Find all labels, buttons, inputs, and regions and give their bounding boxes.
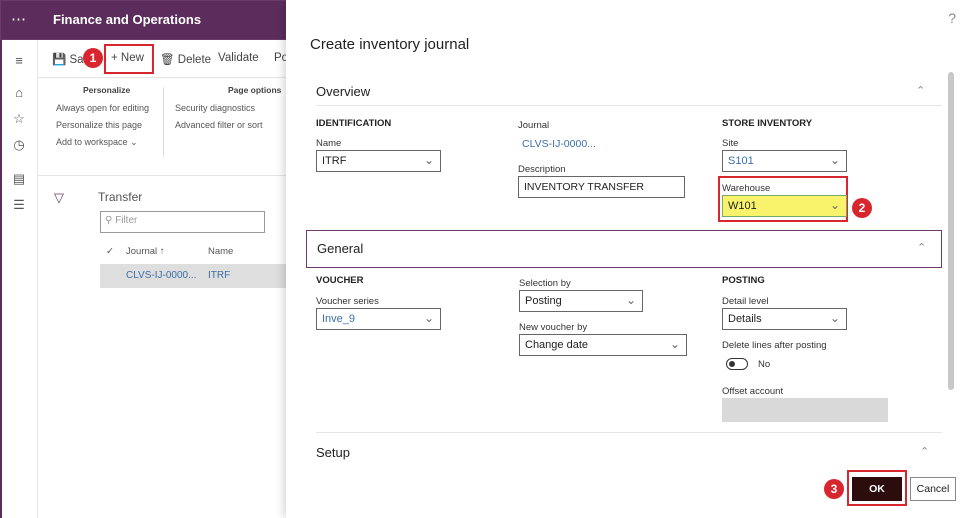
detail-level-value: Details bbox=[728, 313, 762, 325]
journal-label: Journal bbox=[518, 120, 550, 131]
ok-highlight-box bbox=[847, 470, 907, 506]
chevron-up-icon[interactable]: ⌃ bbox=[920, 445, 929, 458]
new-voucher-label: New voucher by bbox=[519, 322, 588, 333]
app-launcher-icon[interactable]: ⋯ bbox=[11, 12, 27, 28]
new-voucher-select[interactable]: Change date ⌄ bbox=[519, 334, 687, 356]
filter-funnel-icon[interactable]: ▽ bbox=[54, 190, 64, 206]
warehouse-value: W101 bbox=[728, 200, 757, 212]
site-label: Site bbox=[722, 138, 739, 149]
new-highlight-box bbox=[104, 44, 154, 74]
page-options-heading: Page options bbox=[228, 85, 282, 95]
chevron-up-icon[interactable]: ⌃ bbox=[917, 241, 926, 254]
delete-lines-label: Delete lines after posting bbox=[722, 340, 827, 351]
store-inventory-heading: STORE INVENTORY bbox=[722, 118, 813, 129]
chevron-down-icon: ⌄ bbox=[829, 198, 840, 212]
offset-account-label: Offset account bbox=[722, 386, 784, 397]
validate-button[interactable]: Validate bbox=[218, 52, 259, 64]
general-title: General bbox=[317, 241, 364, 256]
col-journal-header[interactable]: Journal ↑ bbox=[126, 246, 165, 257]
dialog-scrollbar[interactable] bbox=[948, 72, 954, 390]
chevron-down-icon: ⌄ bbox=[130, 137, 138, 147]
chevron-down-icon: ⌄ bbox=[423, 311, 434, 325]
voucher-series-label: Voucher series bbox=[316, 296, 379, 307]
posting-heading: POSTING bbox=[722, 275, 765, 286]
detail-level-label: Detail level bbox=[722, 296, 769, 307]
modules-list-icon[interactable]: ☰ bbox=[10, 196, 28, 214]
overview-title[interactable]: Overview bbox=[316, 84, 370, 99]
general-section-header[interactable]: General ⌃ bbox=[306, 230, 942, 268]
site-select[interactable]: S101 ⌄ bbox=[722, 150, 847, 172]
star-icon[interactable]: ☆ bbox=[10, 110, 28, 128]
app-title: Finance and Operations bbox=[53, 12, 202, 27]
step-badge-1: 1 bbox=[83, 48, 103, 68]
dialog-title: Create inventory journal bbox=[310, 36, 470, 53]
delete-button[interactable]: 🗑 Delete bbox=[160, 52, 211, 66]
grid-header: ✓ Journal ↑ Name bbox=[100, 242, 286, 262]
section-divider bbox=[316, 432, 942, 433]
description-label: Description bbox=[518, 164, 566, 175]
name-value: ITRF bbox=[322, 155, 347, 167]
selection-by-label: Selection by bbox=[519, 278, 571, 289]
add-workspace-link[interactable]: Add to workspace ⌄ bbox=[56, 137, 138, 148]
chevron-down-icon: ⌄ bbox=[423, 153, 434, 167]
home-icon[interactable]: ⌂ bbox=[10, 84, 28, 102]
row-journal-cell[interactable]: CLVS-IJ-0000... bbox=[126, 270, 196, 281]
list-title: Transfer bbox=[98, 190, 143, 204]
filter-placeholder: Filter bbox=[115, 215, 138, 226]
name-label: Name bbox=[316, 138, 342, 149]
step-badge-3: 3 bbox=[824, 479, 844, 499]
section-divider bbox=[316, 105, 942, 106]
identification-heading: IDENTIFICATION bbox=[316, 118, 392, 129]
delete-lines-toggle[interactable] bbox=[726, 358, 748, 370]
help-icon[interactable]: ? bbox=[948, 10, 956, 26]
voucher-heading: VOUCHER bbox=[316, 275, 364, 286]
new-voucher-value: Change date bbox=[525, 339, 588, 351]
chevron-down-icon: ⌄ bbox=[829, 153, 840, 167]
name-select[interactable]: ITRF ⌄ bbox=[316, 150, 441, 172]
col-name-header[interactable]: Name bbox=[208, 246, 233, 257]
warehouse-label: Warehouse bbox=[722, 183, 771, 194]
select-all-check-icon[interactable]: ✓ bbox=[106, 246, 114, 257]
chevron-down-icon: ⌄ bbox=[829, 311, 840, 325]
delete-lines-value: No bbox=[758, 359, 771, 370]
filter-input[interactable]: ⚲ Filter bbox=[100, 211, 265, 233]
offset-account-field bbox=[722, 398, 888, 422]
ribbon-divider bbox=[163, 87, 164, 157]
selection-by-value: Posting bbox=[525, 295, 562, 307]
selection-by-select[interactable]: Posting ⌄ bbox=[519, 290, 643, 312]
workspace-icon[interactable]: ▤ bbox=[10, 170, 28, 188]
setup-title[interactable]: Setup bbox=[316, 445, 350, 460]
delete-label: Delete bbox=[177, 54, 212, 66]
security-diagnostics-link[interactable]: Security diagnostics bbox=[175, 103, 255, 113]
table-row[interactable]: CLVS-IJ-0000... ITRF bbox=[100, 264, 286, 288]
site-value: S101 bbox=[728, 155, 754, 167]
voucher-series-select[interactable]: Inve_9 ⌄ bbox=[316, 308, 441, 330]
detail-level-select[interactable]: Details ⌄ bbox=[722, 308, 847, 330]
voucher-series-value: Inve_9 bbox=[322, 313, 356, 325]
warehouse-select[interactable]: W101 ⌄ bbox=[722, 195, 847, 217]
action-bar: 💾 Save + New 🗑 Delete Validate Po bbox=[38, 40, 288, 78]
toggle-knob bbox=[729, 361, 735, 367]
chevron-down-icon: ⌄ bbox=[625, 293, 636, 307]
step-badge-2: 2 bbox=[852, 198, 872, 218]
add-workspace-label: Add to workspace bbox=[56, 137, 128, 147]
nav-rail: ≡ ⌂ ☆ ◷ ▤ ☰ bbox=[2, 40, 38, 518]
journal-value[interactable]: CLVS-IJ-0000... bbox=[522, 138, 596, 150]
cancel-button[interactable]: Cancel bbox=[910, 477, 956, 501]
clock-icon[interactable]: ◷ bbox=[10, 136, 28, 154]
journal-list: ▽ Transfer ⚲ Filter ✓ Journal ↑ Name CLV… bbox=[38, 175, 286, 515]
col-journal-label: Journal bbox=[126, 246, 158, 257]
hamburger-icon[interactable]: ≡ bbox=[10, 52, 28, 70]
always-open-link[interactable]: Always open for editing bbox=[56, 103, 149, 113]
personalize-page-link[interactable]: Personalize this page bbox=[56, 120, 142, 130]
chevron-down-icon: ⌄ bbox=[669, 337, 680, 351]
row-name-cell: ITRF bbox=[208, 270, 231, 281]
create-journal-dialog: ? Create inventory journal Overview ⌃ ID… bbox=[286, 0, 962, 518]
personalize-heading: Personalize bbox=[83, 85, 131, 95]
chevron-up-icon[interactable]: ⌃ bbox=[916, 84, 925, 97]
ribbon: Personalize Always open for editing Pers… bbox=[38, 79, 286, 169]
advanced-filter-link[interactable]: Advanced filter or sort bbox=[175, 120, 263, 130]
description-field[interactable]: INVENTORY TRANSFER bbox=[518, 176, 685, 198]
